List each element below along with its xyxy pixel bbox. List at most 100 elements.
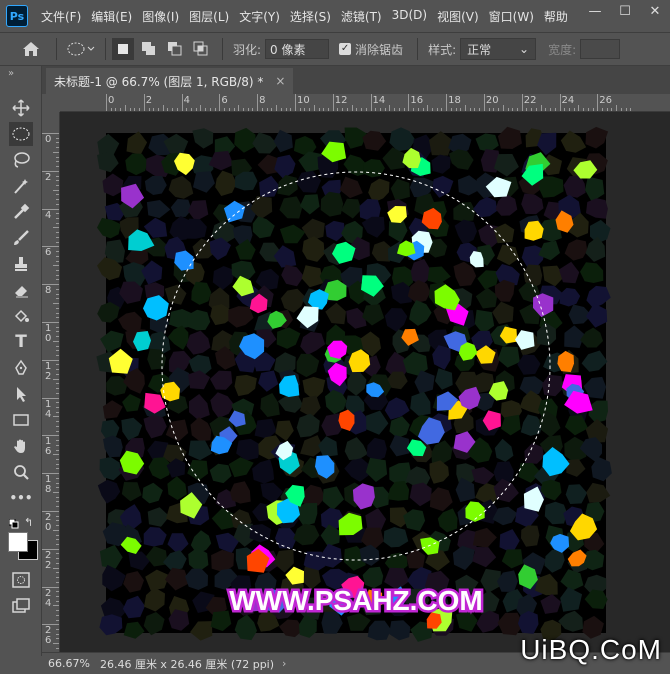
width-input[interactable] <box>580 39 621 59</box>
zoom-level[interactable]: 66.67% <box>48 657 90 670</box>
more-tools-icon[interactable]: ••• <box>9 486 33 510</box>
eyedropper-tool-icon[interactable] <box>9 200 33 224</box>
ruler-minor-tick <box>56 147 59 149</box>
menu-item[interactable]: 选择(S) <box>285 8 336 25</box>
ruler-minor-tick <box>56 614 59 616</box>
add-to-selection-icon[interactable] <box>138 38 160 60</box>
ruler-minor-tick <box>56 279 59 281</box>
ruler-minor-tick <box>56 392 59 394</box>
lasso-tool-icon[interactable] <box>9 148 33 172</box>
new-selection-icon[interactable] <box>112 38 134 60</box>
menu-item[interactable]: 编辑(E) <box>86 8 137 25</box>
ruler-minor-tick <box>545 108 547 111</box>
intersect-selection-icon[interactable] <box>190 38 212 60</box>
menu-item[interactable]: 滤镜(T) <box>336 8 387 25</box>
ruler-tick-label: 20 <box>485 95 499 106</box>
ruler-minor-tick <box>271 108 273 111</box>
ruler-minor-tick <box>578 105 580 111</box>
path-selection-tool-icon[interactable] <box>9 382 33 406</box>
ruler-tick <box>42 170 59 172</box>
ruler-tick-label: 1 2 <box>45 360 52 382</box>
ruler-tick-label: 2 <box>145 95 153 106</box>
eraser-tool-icon[interactable] <box>9 278 33 302</box>
ruler-minor-tick <box>266 108 268 111</box>
ruler-minor-tick <box>611 108 613 111</box>
close-button[interactable]: ✕ <box>640 0 670 22</box>
ruler-tick <box>370 94 372 111</box>
ruler-minor-tick <box>56 619 59 621</box>
swap-colors-icon[interactable]: ↰ <box>24 516 33 529</box>
ruler-minor-tick <box>606 108 608 111</box>
subtract-from-selection-icon[interactable] <box>164 38 186 60</box>
menu-item[interactable]: 3D(D) <box>387 8 432 25</box>
ruler-minor-tick <box>252 108 254 111</box>
ruler-minor-tick <box>56 534 59 536</box>
ruler-minor-tick <box>56 194 59 196</box>
quick-selection-tool-icon[interactable] <box>9 174 33 198</box>
ruler-minor-tick <box>56 482 59 484</box>
style-select[interactable]: 正常 ⌄ <box>460 38 537 60</box>
ruler-tick <box>521 94 523 111</box>
pen-tool-icon[interactable] <box>9 356 33 380</box>
ruler-minor-tick <box>526 108 528 111</box>
menu-item[interactable]: 图像(I) <box>137 8 184 25</box>
ruler-minor-tick <box>56 345 59 347</box>
tab-close-icon[interactable]: × <box>275 74 285 88</box>
move-tool-icon[interactable] <box>9 96 33 120</box>
menu-item[interactable]: 文件(F) <box>36 8 86 25</box>
ruler-minor-tick <box>56 326 59 328</box>
zoom-tool-icon[interactable] <box>9 460 33 484</box>
foreground-color-swatch[interactable] <box>8 532 28 552</box>
elliptical-marquee-tool-icon[interactable] <box>9 122 33 146</box>
document-canvas[interactable]: WWW.PSAHZ.COM <box>60 112 670 652</box>
ruler-minor-tick <box>53 227 59 229</box>
menu-item[interactable]: 图层(L) <box>184 8 234 25</box>
type-tool-icon[interactable]: T <box>9 330 33 354</box>
ruler-corner[interactable] <box>42 94 60 112</box>
ruler-minor-tick <box>56 506 59 508</box>
minimize-button[interactable]: — <box>580 0 610 22</box>
ruler-tick <box>42 473 59 475</box>
screen-mode-icon[interactable] <box>9 594 33 618</box>
ruler-minor-tick <box>436 108 438 111</box>
menu-item[interactable]: 帮助 <box>539 8 573 25</box>
ruler-minor-tick <box>56 241 59 243</box>
canvas-area[interactable]: WWW.PSAHZ.COM <box>60 112 670 652</box>
ruler-tick-label: 1 0 <box>45 322 52 344</box>
ruler-minor-tick <box>56 317 59 319</box>
elliptical-marquee-preset-icon[interactable] <box>63 38 99 60</box>
default-colors-icon[interactable] <box>8 518 19 532</box>
paint-bucket-tool-icon[interactable] <box>9 304 33 328</box>
home-icon[interactable] <box>20 38 42 60</box>
quick-mask-icon[interactable] <box>9 568 33 592</box>
stamp-tool-icon[interactable] <box>9 252 33 276</box>
separator <box>417 38 419 60</box>
ruler-tick <box>106 94 107 111</box>
document-tab[interactable]: 未标题-1 @ 66.7% (图层 1, RGB/8) * × <box>46 68 294 94</box>
rectangle-tool-icon[interactable] <box>9 408 33 432</box>
ruler-minor-tick <box>342 108 344 111</box>
menu-item[interactable]: 视图(V) <box>432 8 484 25</box>
ruler-minor-tick <box>620 108 622 111</box>
feather-input[interactable]: 0 像素 <box>265 39 330 59</box>
status-expand-icon[interactable]: › <box>282 657 286 670</box>
maximize-button[interactable]: ☐ <box>610 0 640 22</box>
hand-tool-icon[interactable] <box>9 434 33 458</box>
ruler-minor-tick <box>469 108 471 111</box>
ruler-minor-tick <box>56 364 59 366</box>
ruler-minor-tick <box>417 108 419 111</box>
vertical-ruler[interactable]: 0 2 4 6 8 1 0 1 2 1 4 1 6 1 8 2 0 2 2 2 4 2 6 <box>42 112 60 652</box>
ruler-minor-tick <box>56 388 59 390</box>
menu-item[interactable]: 窗口(W) <box>484 8 539 25</box>
antialias-checkbox[interactable]: ✓ <box>339 43 352 55</box>
ruler-minor-tick <box>200 105 202 111</box>
tools-panel: » T ••• ↰ <box>0 66 42 656</box>
width-label: 宽度: <box>548 42 577 57</box>
horizontal-ruler[interactable]: 0 2 4 6 8 10 12 14 16 18 20 22 24 26 <box>60 94 670 112</box>
collapse-panel-icon[interactable]: » <box>8 68 14 79</box>
ruler-minor-tick <box>531 108 533 111</box>
ruler-minor-tick <box>153 108 155 111</box>
menu-item[interactable]: 文字(Y) <box>234 8 285 25</box>
ruler-minor-tick <box>56 307 59 309</box>
brush-tool-icon[interactable] <box>9 226 33 250</box>
